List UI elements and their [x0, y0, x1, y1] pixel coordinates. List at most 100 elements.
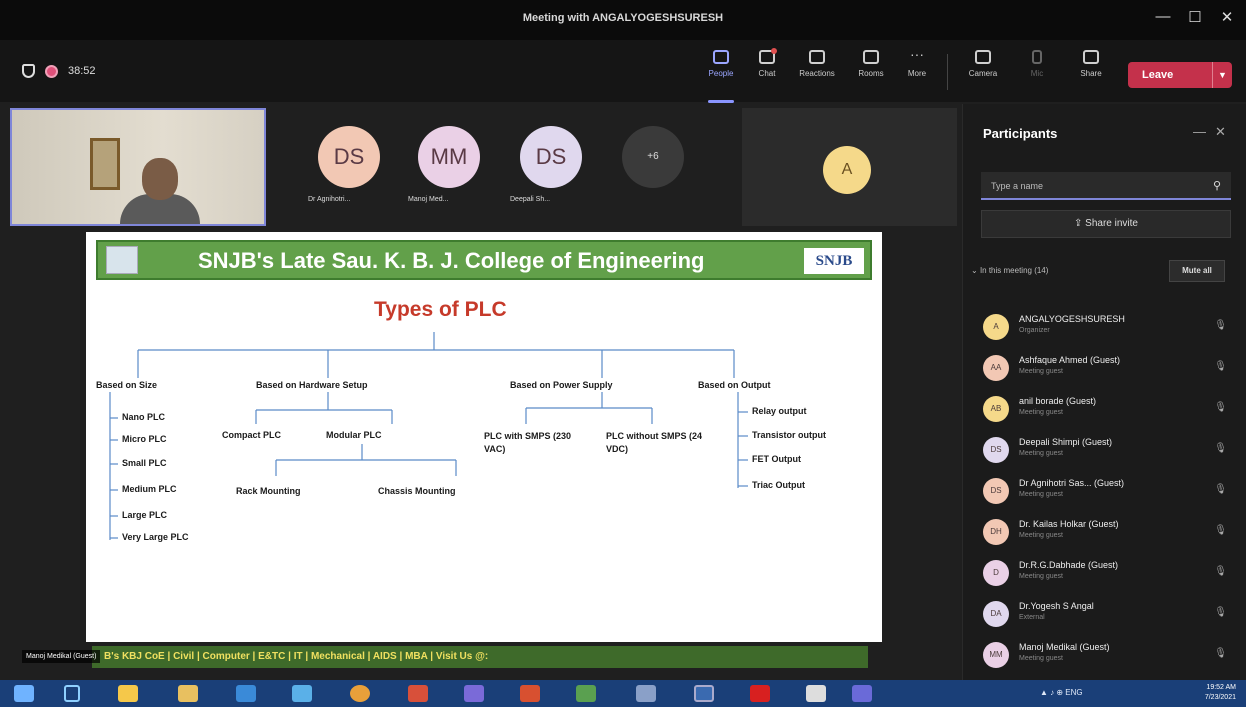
- participant-search-input[interactable]: Type a name ⚲: [981, 172, 1231, 200]
- hardware-item: Compact PLC: [222, 430, 282, 440]
- participant-caption: Manoj Med...: [408, 196, 449, 203]
- mic-icon[interactable]: 🎙: [1214, 607, 1227, 618]
- participant-avatar: AB: [983, 396, 1009, 422]
- minimize-button[interactable]: —: [1148, 8, 1178, 25]
- participant-avatar[interactable]: DS: [520, 126, 582, 188]
- mic-icon[interactable]: 🎙: [1214, 484, 1227, 495]
- participant-row[interactable]: AA Ashfaque Ahmed (Guest) Meeting guest 🎙: [963, 349, 1246, 385]
- meeting-status: 38:52: [22, 64, 96, 78]
- reactions-button[interactable]: Reactions: [796, 50, 838, 78]
- mounting-item: Chassis Mounting: [378, 486, 456, 496]
- popout-icon[interactable]: —: [1193, 124, 1206, 139]
- system-tray[interactable]: ▲ ♪ ⊕ ENG: [1040, 688, 1083, 697]
- participant-name: Manoj Medikal (Guest): [1019, 642, 1110, 652]
- notes-app-icon[interactable]: [636, 685, 656, 702]
- close-window-button[interactable]: ✕: [1212, 8, 1242, 26]
- size-item: Nano PLC: [122, 412, 166, 422]
- close-panel-icon[interactable]: ✕: [1215, 124, 1226, 140]
- participant-role: Meeting guest: [1019, 573, 1063, 580]
- mic-icon[interactable]: 🎙: [1214, 648, 1227, 659]
- share-icon: [1083, 50, 1099, 64]
- output-item: Transistor output: [752, 430, 826, 440]
- windows-start-icon[interactable]: [14, 685, 34, 702]
- edge-icon[interactable]: [236, 685, 256, 702]
- camera-label: Camera: [968, 69, 998, 78]
- participant-avatar[interactable]: MM: [418, 126, 480, 188]
- share-label: Share: [1080, 69, 1102, 78]
- pdf-app-icon[interactable]: [750, 685, 770, 702]
- file-explorer-icon[interactable]: [178, 685, 198, 702]
- participant-role: Meeting guest: [1019, 532, 1063, 539]
- output-item: Triac Output: [752, 480, 806, 490]
- self-video-tile[interactable]: [10, 108, 266, 226]
- participant-row[interactable]: DH Dr. Kailas Holkar (Guest) Meeting guest…: [963, 513, 1246, 549]
- size-item: Very Large PLC: [122, 532, 189, 542]
- power-item: PLC with SMPS (230 VAC): [484, 431, 572, 454]
- mic-icon[interactable]: 🎙: [1214, 566, 1227, 577]
- participant-row[interactable]: DS Deepali Shimpi (Guest) Meeting guest 🎙: [963, 431, 1246, 467]
- presenter-name-tag: Manoj Medikal (Guest): [22, 650, 101, 663]
- mic-icon[interactable]: 🎙: [1214, 361, 1227, 372]
- mic-icon[interactable]: 🎙: [1214, 443, 1227, 454]
- mic-icon[interactable]: 🎙: [1214, 320, 1227, 331]
- mic-button[interactable]: Mic: [1016, 50, 1058, 78]
- window-app-icon[interactable]: [806, 685, 826, 702]
- more-button[interactable]: ··· More: [896, 47, 938, 78]
- chat-button[interactable]: Chat: [746, 48, 788, 78]
- recording-icon: [45, 64, 58, 78]
- media-player-icon[interactable]: [292, 685, 312, 702]
- chat-label: Chat: [758, 69, 776, 78]
- participant-row[interactable]: MM Manoj Medikal (Guest) Meeting guest 🎙: [963, 636, 1246, 672]
- app-icon[interactable]: [408, 685, 428, 702]
- participant-avatar: D: [983, 560, 1009, 586]
- teams-app-icon[interactable]: [852, 685, 872, 702]
- participant-name: anil borade (Guest): [1019, 396, 1097, 406]
- more-participants-button[interactable]: +6: [622, 126, 684, 188]
- maximize-button[interactable]: ☐: [1180, 8, 1210, 26]
- participant-row[interactable]: AB anil borade (Guest) Meeting guest 🎙: [963, 390, 1246, 426]
- leave-button[interactable]: Leave ▼: [1128, 62, 1232, 88]
- spreadsheet-app-icon[interactable]: [576, 685, 596, 702]
- mute-all-button[interactable]: Mute all: [1169, 260, 1225, 282]
- participant-avatar[interactable]: DS: [318, 126, 380, 188]
- in-meeting-section-toggle[interactable]: ⌄ In this meeting (14): [971, 266, 1048, 275]
- participant-row[interactable]: DA Dr.Yogesh S Angal External 🎙: [963, 595, 1246, 631]
- participant-avatar: MM: [983, 642, 1009, 668]
- share-button[interactable]: Share: [1070, 50, 1112, 78]
- people-button[interactable]: People: [700, 50, 742, 103]
- mic-icon: [1032, 50, 1042, 64]
- chevron-down-icon[interactable]: ▼: [1212, 62, 1232, 88]
- presentation-app-icon[interactable]: [520, 685, 540, 702]
- mic-icon[interactable]: 🎙: [1214, 525, 1227, 536]
- participant-role: Meeting guest: [1019, 409, 1063, 416]
- toolbar-divider: [947, 54, 948, 90]
- share-invite-button[interactable]: ⇪ Share invite: [981, 210, 1231, 238]
- search-icon: ⚲: [1212, 180, 1221, 192]
- participant-name: Dr Agnihotri Sas... (Guest): [1019, 478, 1125, 488]
- hardware-item: Modular PLC: [326, 430, 382, 440]
- chrome-icon[interactable]: [350, 685, 370, 702]
- camera-button[interactable]: Camera: [962, 50, 1004, 78]
- participants-panel: Participants — ✕ Type a name ⚲ ⇪ Share i…: [962, 104, 1246, 680]
- category-output: Based on Output: [698, 380, 771, 390]
- settings-app-icon[interactable]: [464, 685, 484, 702]
- rooms-button[interactable]: Rooms: [850, 50, 892, 78]
- mic-icon[interactable]: 🎙: [1214, 402, 1227, 413]
- search-icon[interactable]: [64, 685, 80, 702]
- participant-avatar: A: [983, 314, 1009, 340]
- chevron-down-icon: ⌄: [971, 266, 980, 275]
- participant-role: Meeting guest: [1019, 655, 1063, 662]
- category-size: Based on Size: [96, 380, 158, 390]
- firefox-icon[interactable]: [118, 685, 138, 702]
- word-app-icon[interactable]: [694, 685, 714, 702]
- participant-row[interactable]: A ANGALYOGESHSURESH Organizer 🎙: [963, 308, 1246, 344]
- spotlight-avatar: A: [823, 146, 871, 194]
- taskbar-clock[interactable]: 19:52 AM 7/23/2021: [1205, 683, 1236, 703]
- leave-label: Leave: [1142, 69, 1174, 81]
- shared-screen-slide: SNJB's Late Sau. K. B. J. College of Eng…: [86, 232, 882, 642]
- meeting-timer: 38:52: [68, 65, 96, 77]
- participant-row[interactable]: DS Dr Agnihotri Sas... (Guest) Meeting gue…: [963, 472, 1246, 508]
- participant-row[interactable]: D Dr.R.G.Dabhade (Guest) Meeting guest 🎙: [963, 554, 1246, 590]
- size-item: Micro PLC: [122, 434, 167, 444]
- participant-avatar: DS: [983, 437, 1009, 463]
